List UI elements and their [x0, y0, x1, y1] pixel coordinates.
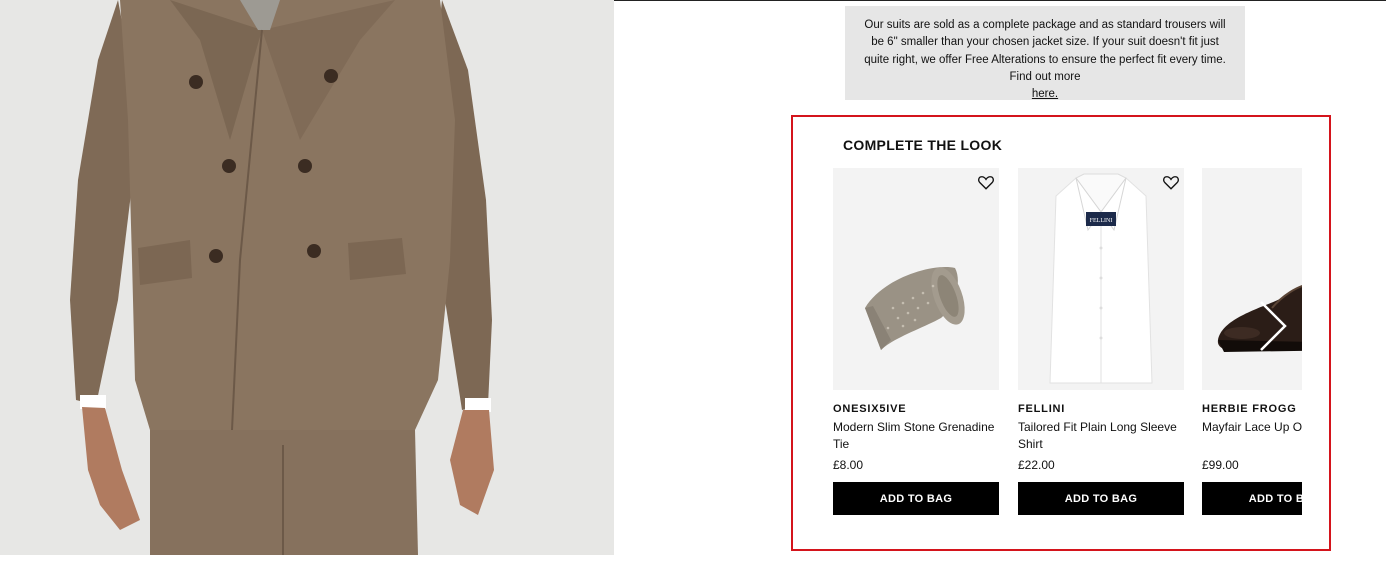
complete-the-look-section: COMPLETE THE LOOK ONESIX5IVE Modern Slim… — [791, 115, 1331, 551]
product-carousel: ONESIX5IVE Modern Slim Stone Grenadine T… — [833, 168, 1302, 528]
product-brand: HERBIE FROGG — [1202, 403, 1297, 415]
product-name[interactable]: Modern Slim Stone Grenadine Tie — [833, 419, 999, 453]
product-name[interactable]: Mayfair Lace Up Oxford — [1202, 419, 1302, 436]
product-name[interactable]: Tailored Fit Plain Long Sleeve Shirt — [1018, 419, 1184, 453]
product-brand: FELLINI — [1018, 403, 1066, 415]
product-main-image[interactable] — [0, 0, 614, 555]
heart-icon[interactable] — [1162, 173, 1180, 191]
heart-icon[interactable] — [977, 173, 995, 191]
info-here-link[interactable]: here. — [1032, 86, 1058, 103]
product-price: £99.00 — [1202, 458, 1239, 472]
suit-info-text: Our suits are sold as a complete package… — [864, 19, 1226, 83]
product-card-tie[interactable]: ONESIX5IVE Modern Slim Stone Grenadine T… — [833, 168, 999, 528]
product-card-shirt[interactable]: FELLINI FELLINI Tailored Fit Plain Long … — [1018, 168, 1184, 528]
chevron-right-icon[interactable] — [1255, 298, 1291, 354]
tie-image[interactable] — [833, 168, 999, 390]
shirt-image[interactable]: FELLINI — [1018, 168, 1184, 390]
suit-info-box: Our suits are sold as a complete package… — [845, 6, 1245, 100]
product-price: £22.00 — [1018, 458, 1055, 472]
product-brand: ONESIX5IVE — [833, 403, 907, 415]
add-to-bag-button[interactable]: ADD TO BAG — [1018, 482, 1184, 515]
shoe-image[interactable] — [1202, 168, 1302, 390]
add-to-bag-button[interactable]: ADD TO BAG — [1202, 482, 1302, 515]
header-divider — [614, 0, 1386, 1]
product-price: £8.00 — [833, 458, 864, 472]
complete-the-look-title: COMPLETE THE LOOK — [843, 137, 1003, 153]
add-to-bag-button[interactable]: ADD TO BAG — [833, 482, 999, 515]
shirt-label-text: FELLINI — [1090, 218, 1113, 224]
